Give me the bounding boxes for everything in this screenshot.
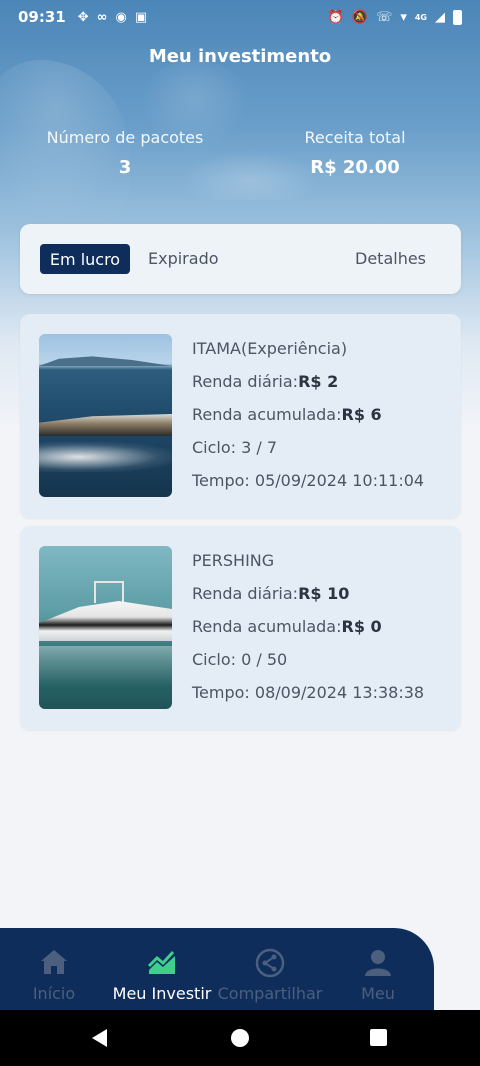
investment-name: PERSHING — [192, 551, 275, 570]
share-icon — [255, 948, 285, 982]
alarm-icon: ⏰ — [327, 9, 344, 25]
nav-inicio[interactable]: Início — [0, 928, 108, 1010]
status-bar: 09:31 ✥ ∞ ◉ ▣ ⏰ 🔕 ☏ ▾ 4G ◢ — [0, 0, 480, 34]
daily-label: Renda diária: — [192, 584, 299, 603]
daily-income: Renda diária:R$ 10 — [192, 583, 424, 616]
daily-income: Renda diária:R$ 2 — [192, 371, 424, 404]
app-icon: ◉ — [115, 9, 127, 25]
status-time: 09:31 — [18, 8, 66, 26]
home-button-icon[interactable] — [231, 1029, 249, 1047]
daily-value: R$ 2 — [298, 372, 339, 391]
nav-label: Meu — [361, 984, 395, 1003]
investment-info: PERSHING Renda diária:R$ 10 Renda acumul… — [192, 550, 424, 715]
bottom-nav: Início Meu Investir Compartilhar Meu — [0, 928, 434, 1010]
accumulated-income: Renda acumulada:R$ 0 — [192, 616, 424, 649]
nav-compartilhar[interactable]: Compartilhar — [216, 928, 324, 1010]
network-label: 4G — [414, 12, 427, 22]
shoreline — [39, 356, 172, 366]
cycle: Ciclo: 3 / 7 — [192, 438, 278, 457]
nav-label: Meu Investir — [112, 984, 212, 1003]
tab-bar: Em lucro Expirado Detalhes — [20, 224, 461, 294]
app-icon: ▣ — [134, 9, 148, 25]
investment-card[interactable]: ITAMA(Experiência) Renda diária:R$ 2 Ren… — [20, 314, 461, 518]
system-nav-bar — [0, 1010, 480, 1066]
accum-value: R$ 0 — [341, 617, 382, 636]
user-icon — [363, 948, 393, 980]
wifi-icon: ▾ — [400, 9, 407, 25]
back-icon[interactable] — [92, 1029, 107, 1047]
accumulated-income: Renda acumulada:R$ 6 — [192, 404, 424, 437]
recents-icon[interactable] — [370, 1029, 387, 1046]
yacht-shape — [39, 414, 172, 436]
stat-packages: Número de pacotes 3 — [40, 128, 210, 178]
notification-icons: ✥ ∞ ◉ ▣ — [78, 10, 147, 25]
reflection — [39, 646, 172, 686]
nav-label: Início — [32, 984, 76, 1003]
system-icons: ⏰ 🔕 ☏ ▾ 4G ◢ — [327, 9, 462, 25]
cycle: Ciclo: 0 / 50 — [192, 650, 288, 669]
nav-meu[interactable]: Meu — [324, 928, 432, 1010]
yacht-shape — [39, 601, 172, 641]
tab-detalhes[interactable]: Detalhes — [355, 249, 426, 268]
daily-value: R$ 10 — [298, 584, 350, 603]
stat-revenue: Receita total R$ 20.00 — [290, 128, 420, 178]
call-icon: ☏ — [376, 9, 393, 25]
stat-label: Número de pacotes — [46, 128, 204, 147]
investment-info: ITAMA(Experiência) Renda diária:R$ 2 Ren… — [192, 338, 424, 503]
investment-name: ITAMA(Experiência) — [192, 339, 348, 358]
voicemail-icon: ∞ — [96, 9, 108, 25]
time: Tempo: 05/09/2024 10:11:04 — [192, 471, 425, 490]
mute-icon: 🔕 — [351, 9, 369, 25]
daily-label: Renda diária: — [192, 372, 299, 391]
battery-icon — [453, 9, 462, 25]
time: Tempo: 08/09/2024 13:38:38 — [192, 683, 425, 702]
signal-icon: ◢ — [435, 9, 445, 25]
tab-em-lucro[interactable]: Em lucro — [40, 244, 130, 274]
accum-label: Renda acumulada: — [192, 617, 342, 636]
notification-icon: ✥ — [77, 9, 89, 25]
tab-expirado[interactable]: Expirado — [148, 249, 219, 268]
nav-meu-investir[interactable]: Meu Investir — [108, 928, 216, 1010]
accum-label: Renda acumulada: — [192, 405, 342, 424]
investment-card[interactable]: PERSHING Renda diária:R$ 10 Renda acumul… — [20, 526, 461, 730]
nav-label: Compartilhar — [217, 984, 323, 1003]
accum-value: R$ 6 — [341, 405, 382, 424]
yacht-mast — [94, 581, 124, 603]
stat-value: 3 — [118, 157, 132, 178]
stat-label: Receita total — [304, 128, 406, 147]
home-icon — [39, 948, 69, 980]
stat-value: R$ 20.00 — [310, 157, 400, 178]
wake — [39, 442, 172, 472]
yacht-image — [39, 334, 172, 497]
chart-icon — [147, 948, 177, 980]
yacht-image — [39, 546, 172, 709]
page-title: Meu investimento — [148, 46, 332, 67]
